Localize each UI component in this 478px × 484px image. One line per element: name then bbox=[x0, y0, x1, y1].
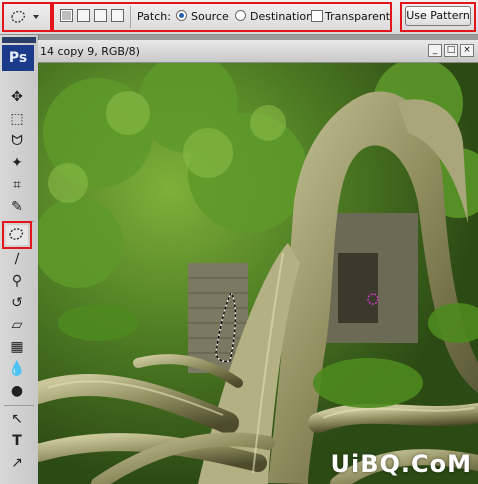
palette-grip[interactable] bbox=[2, 37, 36, 43]
patch-label: Patch: bbox=[137, 10, 171, 23]
document-title-bar[interactable]: 14 copy 9, RGB/8) _ □ × bbox=[38, 40, 478, 63]
maximize-icon[interactable]: □ bbox=[444, 44, 458, 57]
history-brush-tool-icon[interactable]: ↺ bbox=[6, 293, 28, 313]
use-pattern-button[interactable]: Use Pattern bbox=[405, 6, 471, 26]
lasso-tool-icon[interactable]: ᗢ bbox=[6, 131, 28, 151]
clone-stamp-tool-icon[interactable]: ⚲ bbox=[6, 271, 28, 291]
patch-tool-icon bbox=[9, 228, 24, 240]
type-tool-icon[interactable]: T bbox=[6, 431, 28, 451]
transparent-checkbox[interactable] bbox=[311, 10, 323, 22]
dodge-tool-icon[interactable]: ● bbox=[6, 381, 28, 401]
eraser-tool-icon[interactable]: ▱ bbox=[6, 315, 28, 335]
close-icon[interactable]: × bbox=[460, 44, 474, 57]
crop-tool-icon[interactable]: ⌗ bbox=[6, 175, 28, 195]
magic-wand-tool-icon[interactable]: ✦ bbox=[6, 153, 28, 173]
gradient-tool-icon[interactable]: ▦ bbox=[6, 337, 28, 357]
tool-preset-picker[interactable] bbox=[8, 8, 42, 26]
document-title: 14 copy 9, RGB/8) bbox=[40, 45, 140, 58]
transparent-label: Transparent bbox=[325, 10, 391, 23]
jungle-ruin-photo bbox=[38, 63, 478, 484]
separator bbox=[130, 6, 131, 28]
source-radio[interactable] bbox=[176, 10, 187, 21]
subtract-from-selection-button[interactable] bbox=[94, 9, 107, 22]
minimize-icon[interactable]: _ bbox=[428, 44, 442, 57]
path-selection-tool-icon[interactable]: ↖ bbox=[6, 409, 28, 429]
brush-tool-icon[interactable]: ∕ bbox=[6, 249, 28, 269]
blur-tool-icon[interactable]: 💧 bbox=[6, 359, 28, 379]
direct-selection-tool-icon[interactable]: ↗ bbox=[6, 453, 28, 473]
tool-separator bbox=[4, 405, 34, 406]
patch-tool-button[interactable] bbox=[2, 221, 32, 249]
document-canvas[interactable]: UiBQ.CoM bbox=[38, 63, 478, 484]
tool-separator bbox=[4, 221, 34, 222]
eyedropper-tool-icon[interactable]: ✎ bbox=[6, 197, 28, 217]
options-bar: Patch: Source Destination Transparent Us… bbox=[0, 0, 478, 35]
photoshop-logo: Ps bbox=[2, 45, 34, 71]
watermark-text: UiBQ.CoM bbox=[330, 450, 472, 478]
chevron-down-icon bbox=[33, 15, 39, 19]
destination-radio[interactable] bbox=[235, 10, 246, 21]
new-selection-button[interactable] bbox=[60, 9, 73, 22]
tools-palette: Ps ✥ ⬚ ᗢ ✦ ⌗ ✎ ∕ ⚲ ↺ ▱ ▦ 💧 ● ↖ T ↗ bbox=[0, 35, 39, 484]
destination-label: Destination bbox=[250, 10, 314, 23]
patch-tool-icon bbox=[11, 10, 39, 23]
add-to-selection-button[interactable] bbox=[77, 9, 90, 22]
source-label: Source bbox=[191, 10, 229, 23]
marquee-tool-icon[interactable]: ⬚ bbox=[6, 109, 28, 129]
move-tool-icon[interactable]: ✥ bbox=[6, 87, 28, 107]
intersect-selection-button[interactable] bbox=[111, 9, 124, 22]
